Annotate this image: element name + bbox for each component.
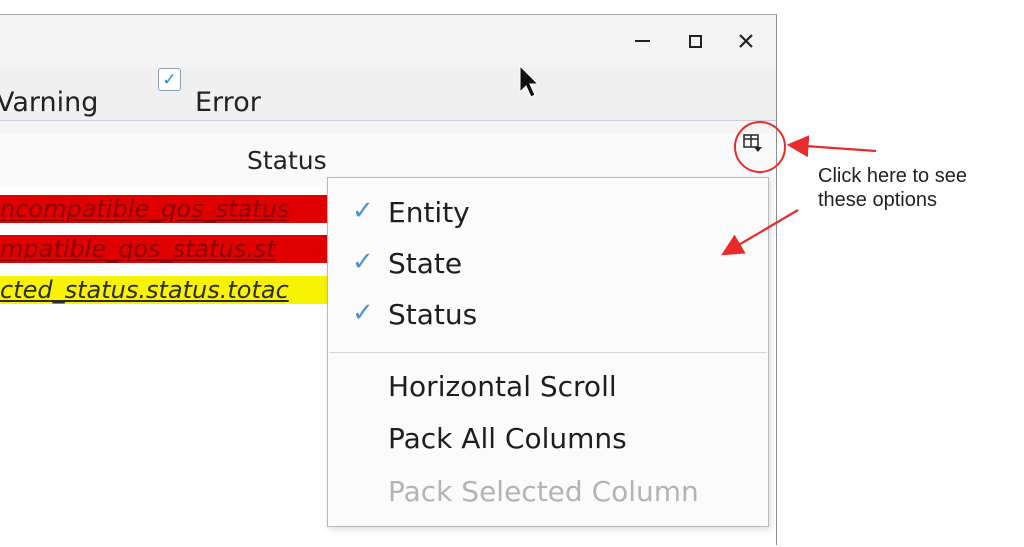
annotation-arrows — [721, 135, 877, 256]
annotation-text: Click here to see these options — [818, 164, 967, 212]
annotation-line: Click here to see — [818, 165, 967, 187]
annotation-arrow — [786, 135, 877, 158]
annotation-line: these options — [818, 189, 937, 211]
annotation-arrow — [721, 209, 799, 256]
